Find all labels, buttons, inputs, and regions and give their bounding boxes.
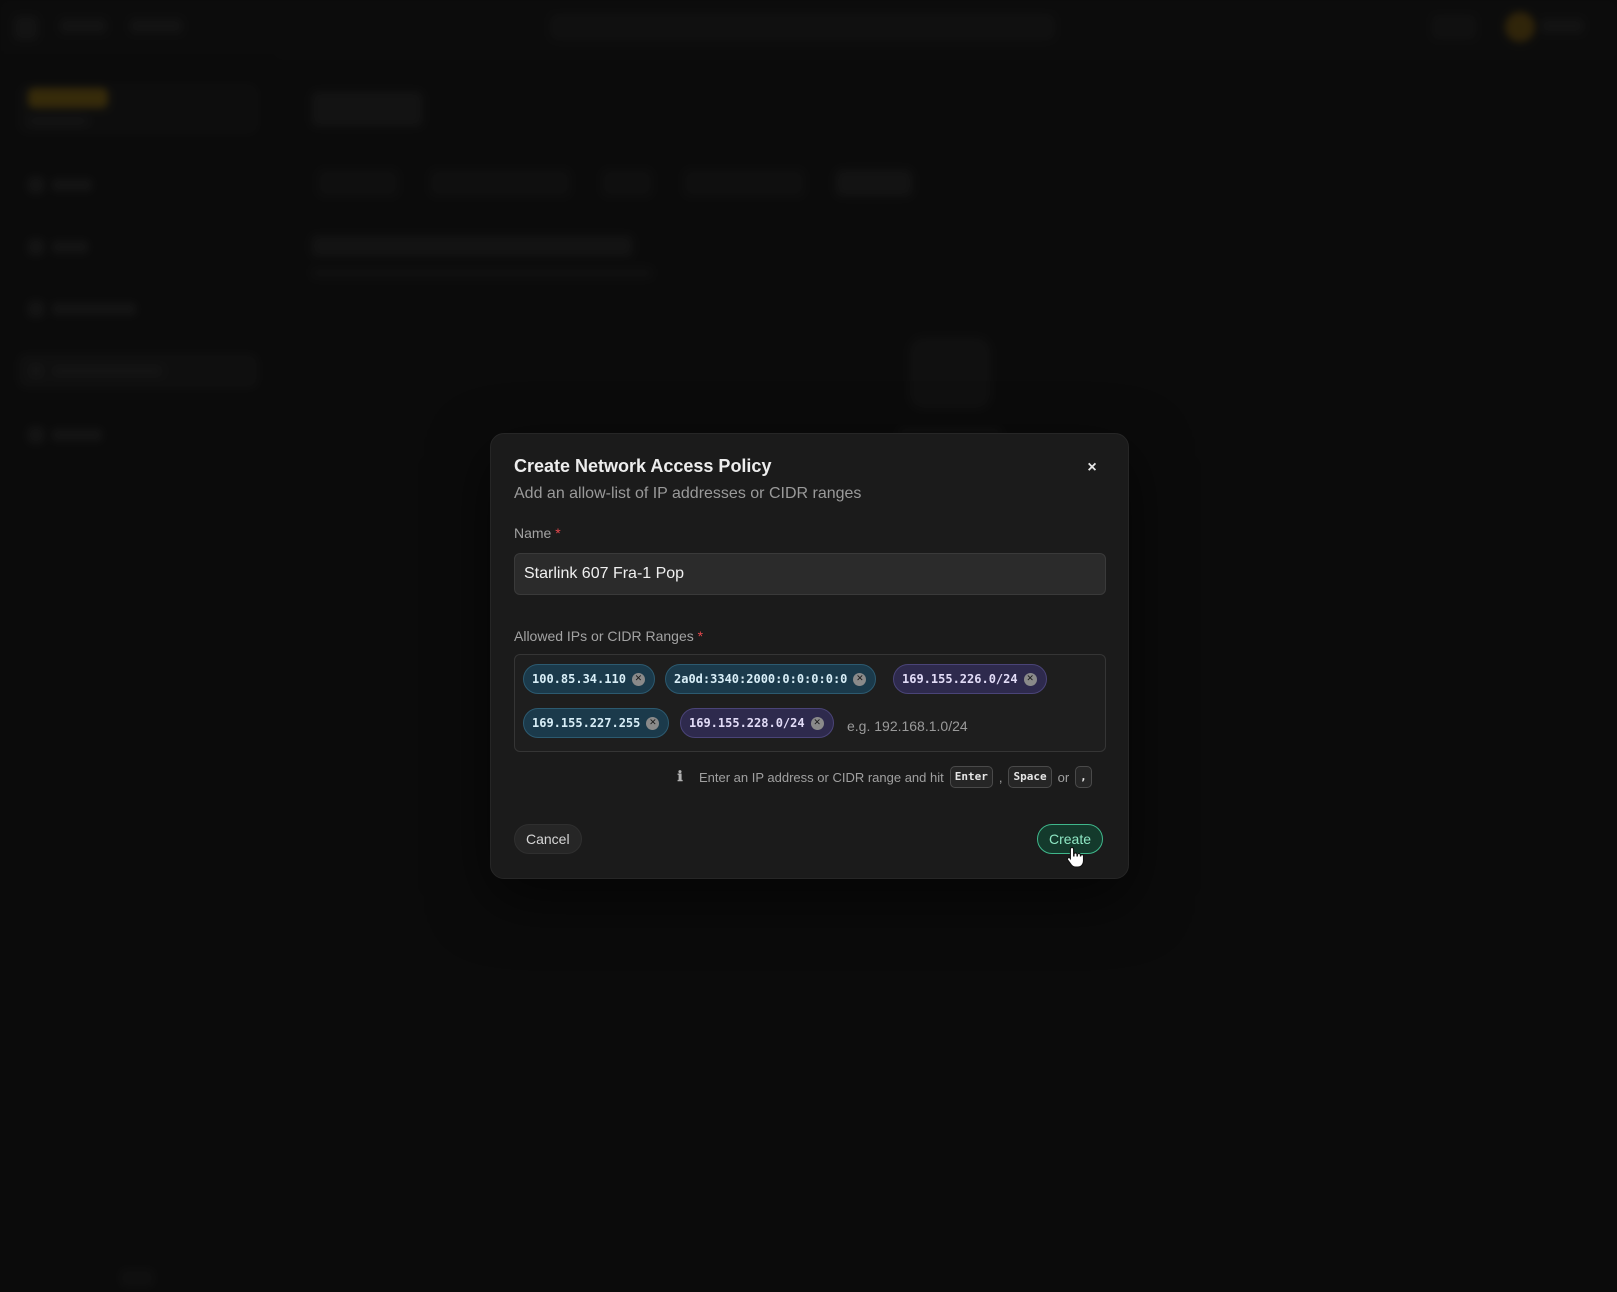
remove-tag-icon[interactable]: ✕ (810, 716, 824, 730)
hint-separator: , (998, 769, 1003, 785)
create-policy-dialog: Create Network Access Policy Add an allo… (490, 433, 1129, 879)
ip-tag-label: 100.85.34.110 (532, 672, 626, 686)
enter-key-badge: Enter (949, 766, 993, 788)
ip-tag: 169.155.228.0/24 ✕ (680, 708, 834, 738)
hint-separator: or (1057, 769, 1070, 785)
ip-tag: 169.155.227.255 ✕ (523, 708, 670, 738)
name-label-text: Name (514, 525, 552, 541)
ip-tag-label: 169.155.227.255 (532, 716, 641, 730)
ip-tag: 169.155.226.0/24 ✕ (893, 664, 1047, 694)
ip-tag: 2a0d:3340:2000:0:0:0:0:0 ✕ (665, 664, 877, 694)
ranges-label-text: Allowed IPs or CIDR Ranges (514, 628, 694, 644)
close-button[interactable]: × (1081, 457, 1103, 479)
hint-text: Enter an IP address or CIDR range and hi… (699, 769, 944, 785)
comma-key-badge: , (1075, 766, 1092, 788)
remove-tag-icon[interactable]: ✕ (1023, 672, 1037, 686)
ip-range-input[interactable] (845, 713, 1089, 739)
remove-tag-icon[interactable]: ✕ (646, 716, 660, 730)
remove-tag-icon[interactable]: ✕ (631, 672, 645, 686)
name-label: Name * (514, 525, 561, 541)
hand-pointer-cursor-icon (1066, 846, 1084, 868)
close-icon: × (1087, 459, 1097, 476)
remove-tag-icon[interactable]: ✕ (853, 672, 867, 686)
ip-tag: 100.85.34.110 ✕ (523, 664, 655, 694)
dialog-title: Create Network Access Policy (514, 456, 772, 476)
info-icon: ℹ (677, 769, 683, 785)
ip-tag-label: 169.155.228.0/24 (689, 716, 805, 730)
input-hint: ℹ Enter an IP address or CIDR range and … (673, 764, 1092, 790)
ip-ranges-tag-input[interactable]: 100.85.34.110 ✕ 2a0d:3340:2000:0:0:0:0:0… (514, 654, 1106, 752)
space-key-badge: Space (1008, 766, 1052, 788)
ip-tag-label: 2a0d:3340:2000:0:0:0:0:0 (674, 672, 848, 686)
dialog-subtitle: Add an allow-list of IP addresses or CID… (514, 485, 862, 502)
name-input[interactable] (514, 553, 1106, 595)
required-marker: * (697, 628, 704, 644)
ip-tag-label: 169.155.226.0/24 (902, 672, 1018, 686)
cancel-button[interactable]: Cancel (514, 824, 582, 854)
required-marker: * (555, 525, 561, 541)
ranges-label: Allowed IPs or CIDR Ranges * (514, 628, 703, 644)
